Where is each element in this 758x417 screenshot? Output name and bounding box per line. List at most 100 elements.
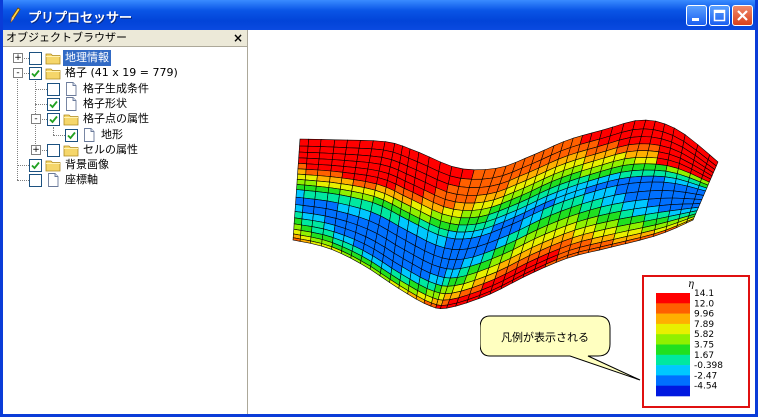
visibility-checkbox[interactable] — [47, 97, 60, 111]
folder-icon — [63, 143, 79, 157]
document-icon — [63, 96, 79, 111]
grid-cell — [670, 197, 685, 205]
maximize-icon — [713, 9, 726, 22]
pencil-icon — [10, 7, 21, 23]
legend-swatch — [656, 303, 690, 314]
close-button[interactable] — [732, 5, 753, 26]
visibility-checkbox[interactable] — [47, 143, 60, 157]
grid-cell — [333, 139, 348, 149]
legend-value-label: -2.47 — [694, 371, 717, 381]
legend-value-label: 1.67 — [694, 351, 714, 361]
legend-swatch — [656, 334, 690, 345]
grid-cell — [644, 156, 658, 165]
grid-cell — [298, 151, 308, 159]
preprocessor-window: プリプロセッサー オブジェクトブラウザー × + 地理情報 - 格子 (41 x 19… — [0, 0, 758, 417]
grid-cell — [346, 139, 361, 149]
tree-item-label: 格子形状 — [83, 96, 127, 110]
document-icon — [45, 173, 61, 188]
tree-item[interactable]: 格子形状 — [3, 96, 247, 112]
tree-item-label: 地形 — [101, 127, 123, 141]
grid-cell — [319, 146, 335, 154]
minimize-icon — [692, 18, 699, 21]
document-icon — [81, 127, 97, 142]
grid-cell — [345, 147, 360, 156]
grid-cell — [307, 145, 321, 154]
legend-value-label: 9.96 — [694, 310, 714, 320]
graphics-view[interactable]: η 14.1 12.0 9.96 7.89 5.82 3.75 1.67 -0.398 -2.47… — [248, 30, 755, 414]
grid-cell — [646, 150, 660, 159]
grid-cell — [637, 143, 651, 151]
visibility-checkbox[interactable] — [29, 174, 42, 188]
legend-swatch — [656, 365, 690, 376]
tree-item[interactable]: 格子生成条件 — [3, 81, 247, 97]
visibility-checkbox[interactable] — [47, 82, 60, 96]
grid-cell — [318, 152, 334, 160]
grid-cell — [651, 175, 666, 183]
tree-item-label: 背景画像 — [65, 158, 109, 172]
grid-cell — [672, 190, 687, 199]
tree-item[interactable]: + 地理情報 — [3, 50, 247, 66]
check-icon — [49, 116, 58, 124]
grid-cell — [653, 169, 667, 178]
expand-icon[interactable]: + — [13, 53, 23, 63]
tree-item-label: 座標軸 — [65, 173, 98, 187]
legend-swatch — [656, 385, 690, 397]
minimize-button[interactable] — [686, 5, 707, 26]
object-browser-title: オブジェクトブラウザー — [6, 31, 127, 44]
legend-value-label: 3.75 — [694, 341, 714, 351]
grid-cell — [635, 150, 649, 158]
tree-item[interactable]: + セルの属性 — [3, 142, 247, 158]
tree-item-label: セルの属性 — [83, 142, 138, 156]
legend-value-label: -0.398 — [694, 361, 723, 371]
tree-item[interactable]: 背景画像 — [3, 157, 247, 173]
pane-close-icon[interactable]: × — [233, 30, 243, 46]
legend-swatch — [656, 375, 690, 386]
grid-cell — [637, 181, 653, 193]
grid-cell — [296, 173, 307, 181]
grid-cell — [297, 157, 308, 165]
legend-swatch — [656, 354, 690, 366]
window-title: プリプロセッサー — [28, 11, 133, 26]
visibility-checkbox[interactable] — [47, 113, 60, 127]
tree-item[interactable]: 地形 — [3, 127, 247, 143]
callout-balloon: 凡例が表示される — [480, 315, 641, 381]
grid-cell — [307, 138, 322, 147]
grid-cell — [639, 136, 652, 145]
grid-cell — [357, 147, 373, 157]
legend-value-label: 7.89 — [694, 320, 714, 330]
grid-cell — [306, 152, 321, 160]
title-bar[interactable]: プリプロセッサー — [3, 0, 755, 30]
grid-cell — [692, 198, 703, 205]
callout-text: 凡例が表示される — [501, 330, 589, 344]
legend-scale: η14.112.09.967.895.823.751.67-0.398-2.47… — [656, 279, 723, 397]
grid-cell — [640, 175, 654, 183]
collapse-icon[interactable]: - — [13, 68, 23, 79]
tree-item[interactable]: - 格子 (41 x 19 = 779) — [3, 65, 247, 81]
visibility-checkbox[interactable] — [65, 128, 78, 142]
tree-item[interactable]: 座標軸 — [3, 172, 247, 188]
visibility-checkbox[interactable] — [29, 52, 42, 65]
visibility-checkbox[interactable] — [29, 67, 42, 81]
grid-cell — [306, 157, 320, 165]
visibility-checkbox[interactable] — [29, 159, 42, 173]
object-browser-pane: オブジェクトブラウザー × + 地理情報 - 格子 (41 x 19 = 779) 格子… — [3, 30, 248, 414]
tree-item-label: 地理情報 — [63, 50, 111, 66]
maximize-button[interactable] — [709, 5, 730, 26]
folder-icon — [45, 158, 61, 172]
grid-cell — [298, 145, 309, 153]
grid-cell — [332, 146, 347, 155]
grid-cell — [648, 190, 663, 200]
tree-connector — [17, 180, 29, 182]
check-icon — [31, 70, 40, 78]
grid-cell — [295, 196, 305, 206]
grid-cell — [358, 139, 374, 150]
folder-icon — [63, 112, 79, 126]
object-browser-header: オブジェクトブラウザー × — [3, 30, 247, 47]
grid-cell — [662, 181, 676, 192]
grid-cell — [694, 193, 705, 200]
collapse-icon[interactable]: - — [31, 114, 41, 125]
tree-item[interactable]: - 格子点の属性 — [3, 111, 247, 127]
expand-icon[interactable]: + — [31, 144, 41, 155]
grid-cell — [294, 204, 304, 213]
document-icon — [63, 81, 79, 96]
